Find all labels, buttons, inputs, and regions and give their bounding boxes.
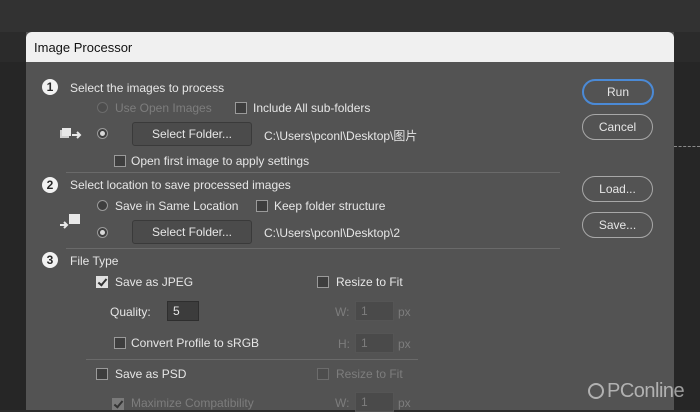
psd-width-unit: px xyxy=(398,396,411,410)
app-top-bar xyxy=(0,0,700,32)
width-label: W: xyxy=(335,305,350,319)
use-open-images-radio[interactable] xyxy=(97,102,108,113)
source-folder-icon xyxy=(60,128,82,145)
quality-input[interactable]: 5 xyxy=(167,301,199,321)
resize-to-fit-psd-checkbox[interactable] xyxy=(317,368,329,380)
section-divider xyxy=(66,172,560,173)
save-as-jpeg-label: Save as JPEG xyxy=(115,275,194,289)
open-first-image-label: Open first image to apply settings xyxy=(131,154,310,168)
keep-folder-structure-checkbox[interactable] xyxy=(256,200,268,212)
maximize-compatibility-label: Maximize Compatibility xyxy=(131,396,254,410)
jpeg-psd-divider xyxy=(86,359,418,360)
save-same-location-radio[interactable] xyxy=(97,200,108,211)
save-settings-button[interactable]: Save... xyxy=(582,212,653,238)
save-as-psd-checkbox[interactable] xyxy=(96,368,108,380)
select-folder-radio[interactable] xyxy=(97,128,108,139)
canvas-dashed-line xyxy=(674,146,700,147)
destination-folder-path: C:\Users\pconl\Desktop\2 xyxy=(264,226,401,240)
select-destination-radio[interactable] xyxy=(97,227,108,238)
height-unit: px xyxy=(398,337,411,351)
section2-heading: Select location to save processed images xyxy=(70,178,291,192)
psd-width-label: W: xyxy=(335,396,350,410)
convert-profile-label: Convert Profile to sRGB xyxy=(131,336,260,350)
section3-heading: File Type xyxy=(70,254,119,268)
step-1-badge: 1 xyxy=(42,79,58,95)
resize-to-fit-psd-label: Resize to Fit xyxy=(336,367,403,381)
keep-folder-structure-label: Keep folder structure xyxy=(274,199,386,213)
step-3-badge: 3 xyxy=(42,252,58,268)
run-button[interactable]: Run xyxy=(582,79,654,105)
resize-to-fit-jpeg-checkbox[interactable] xyxy=(317,276,329,288)
select-destination-folder-button[interactable]: Select Folder... xyxy=(132,220,252,244)
use-open-images-label: Use Open Images xyxy=(115,101,212,115)
dialog-title: Image Processor xyxy=(34,40,133,55)
resize-to-fit-jpeg-label: Resize to Fit xyxy=(336,275,403,289)
section-divider xyxy=(66,248,560,249)
height-label: H: xyxy=(338,337,350,351)
convert-profile-checkbox[interactable] xyxy=(114,337,126,349)
watermark-text: PConline xyxy=(607,380,685,402)
step-2-badge: 2 xyxy=(42,177,58,193)
width-input[interactable]: 1 xyxy=(355,301,394,321)
include-subfolders-label: Include All sub-folders xyxy=(253,101,371,115)
psd-width-input[interactable]: 1 xyxy=(355,392,394,412)
destination-folder-icon xyxy=(59,213,81,232)
cancel-button[interactable]: Cancel xyxy=(582,114,653,140)
open-first-image-checkbox[interactable] xyxy=(114,155,126,167)
include-subfolders-checkbox[interactable] xyxy=(235,102,247,114)
watermark-logo-icon xyxy=(588,383,604,399)
image-processor-dialog: Image Processor 1 Select the images to p… xyxy=(26,32,674,412)
height-input[interactable]: 1 xyxy=(355,333,394,353)
quality-label: Quality: xyxy=(110,305,151,319)
width-unit: px xyxy=(398,305,411,319)
dialog-titlebar[interactable]: Image Processor xyxy=(26,32,674,62)
maximize-compatibility-checkbox[interactable] xyxy=(112,398,124,410)
save-same-location-label: Save in Same Location xyxy=(115,199,239,213)
save-as-jpeg-checkbox[interactable] xyxy=(96,276,108,288)
select-folder-button[interactable]: Select Folder... xyxy=(132,122,252,146)
save-as-psd-label: Save as PSD xyxy=(115,367,187,381)
source-folder-path: C:\Users\pconl\Desktop\图片 xyxy=(264,129,418,143)
load-button[interactable]: Load... xyxy=(582,176,653,202)
section1-heading: Select the images to process xyxy=(70,81,225,95)
